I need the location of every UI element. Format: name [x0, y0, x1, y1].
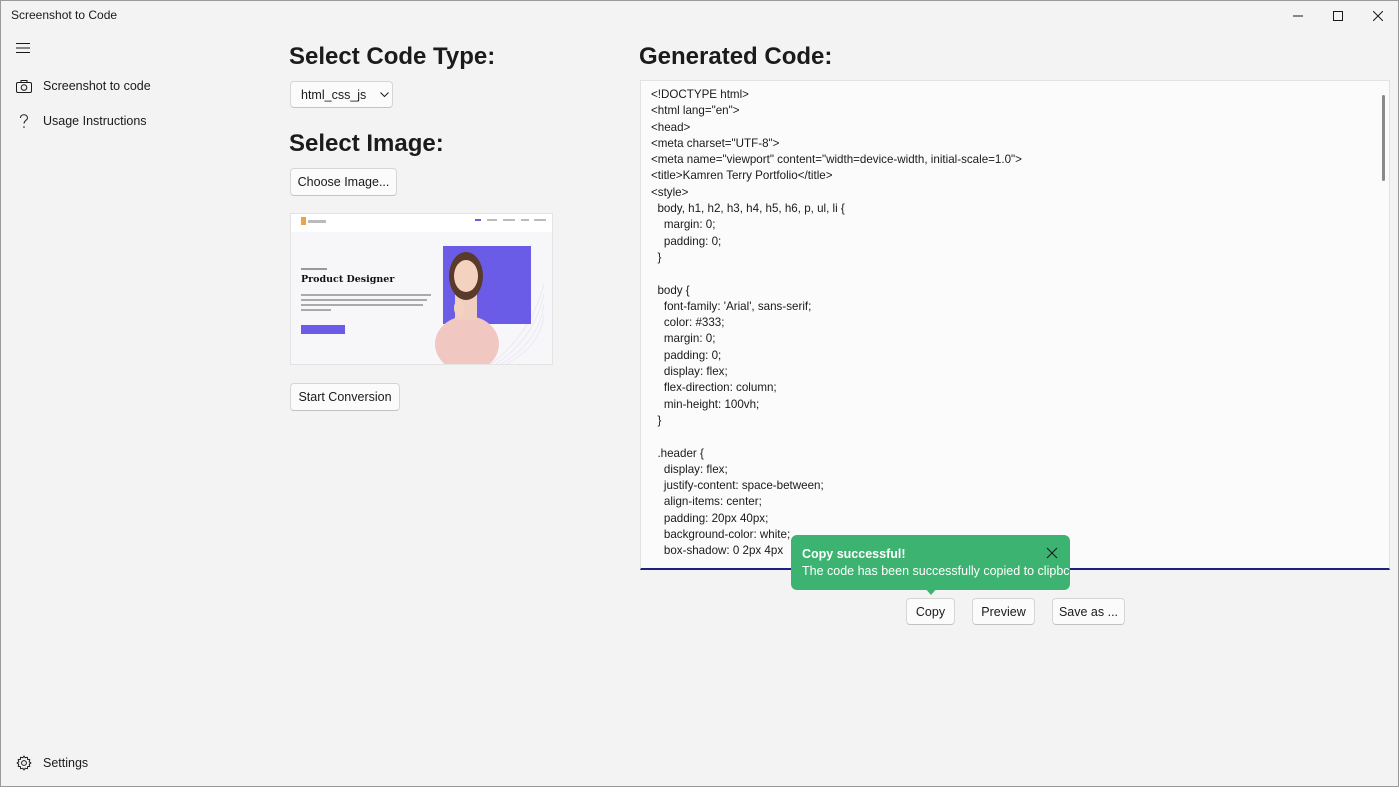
copy-success-toast: Copy successful! The code has been succe… — [791, 535, 1070, 590]
choose-image-button[interactable]: Choose Image... — [290, 168, 397, 196]
nav-item-usage-instructions[interactable]: Usage Instructions — [5, 105, 275, 137]
start-conversion-label: Start Conversion — [298, 390, 392, 404]
hamburger-icon — [16, 43, 30, 53]
question-icon — [9, 113, 39, 129]
close-icon — [1373, 11, 1383, 21]
selected-image-thumbnail: Product Designer — [290, 213, 553, 365]
close-window-button[interactable] — [1358, 1, 1398, 31]
toast-message: The code has been successfully copied to… — [802, 564, 1070, 578]
nav-item-label: Settings — [43, 756, 89, 770]
maximize-button[interactable] — [1318, 1, 1358, 31]
preview-button[interactable]: Preview — [972, 598, 1035, 625]
nav-item-label: Screenshot to code — [43, 79, 151, 93]
code-type-heading: Select Code Type: — [289, 43, 496, 70]
vertical-scrollbar[interactable] — [1382, 95, 1385, 181]
choose-image-label: Choose Image... — [297, 175, 390, 189]
nav-item-label: Usage Instructions — [43, 114, 147, 128]
toast-pointer — [924, 587, 938, 595]
code-text[interactable]: <!DOCTYPE html> <html lang="en"> <head> … — [651, 87, 1022, 560]
copy-button[interactable]: Copy — [906, 598, 955, 625]
start-conversion-button[interactable]: Start Conversion — [290, 383, 400, 411]
thumbnail-headline: Product Designer — [301, 274, 395, 285]
minimize-icon — [1293, 15, 1303, 17]
toast-title: Copy successful! — [802, 547, 906, 561]
nav-item-screenshot-to-code[interactable]: Screenshot to code — [5, 70, 275, 102]
generated-code-heading: Generated Code: — [639, 43, 833, 70]
window-title: Screenshot to Code — [11, 8, 118, 22]
save-as-button[interactable]: Save as ... — [1052, 598, 1125, 625]
title-bar: Screenshot to Code — [1, 1, 1398, 31]
camera-icon — [9, 79, 39, 93]
image-heading: Select Image: — [289, 130, 444, 157]
toast-close-button[interactable] — [1044, 545, 1060, 561]
save-as-label: Save as ... — [1058, 604, 1119, 619]
portfolio-preview-image — [291, 214, 552, 364]
minimize-button[interactable] — [1278, 1, 1318, 31]
code-type-selected: html_css_js — [301, 87, 367, 102]
gear-icon — [9, 755, 39, 771]
chevron-down-icon — [380, 91, 390, 97]
code-editor[interactable]: <!DOCTYPE html> <html lang="en"> <head> … — [640, 80, 1390, 570]
copy-label: Copy — [915, 604, 946, 619]
nav-item-settings[interactable]: Settings — [5, 747, 275, 779]
hamburger-button[interactable] — [9, 35, 37, 61]
preview-label: Preview — [981, 604, 1026, 619]
close-icon — [1046, 547, 1058, 559]
app-window: Screenshot to Code Screenshot to code Us… — [0, 0, 1399, 787]
code-type-dropdown[interactable]: html_css_js — [290, 81, 393, 108]
maximize-icon — [1333, 11, 1343, 21]
